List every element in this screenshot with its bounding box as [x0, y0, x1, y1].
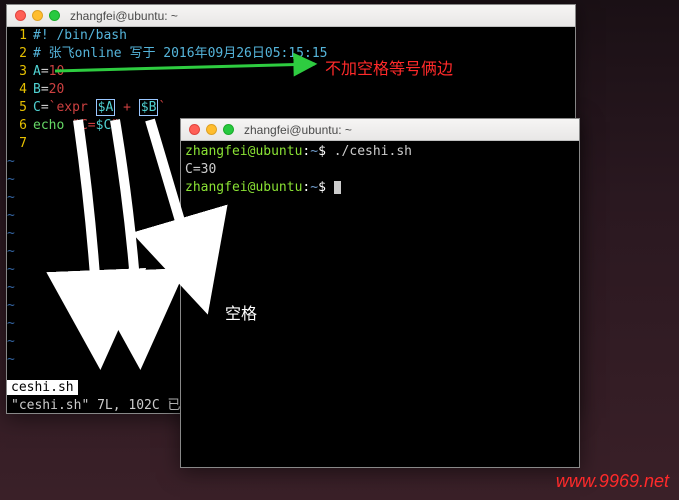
- ref-b: $B: [139, 99, 159, 116]
- exec-titlebar[interactable]: zhangfei@ubuntu: ~: [181, 119, 579, 141]
- exec-window[interactable]: zhangfei@ubuntu: ~ zhangfei@ubuntu:~$ ./…: [180, 118, 580, 468]
- val-b: 20: [49, 82, 65, 97]
- watermark: www.9969.net: [556, 471, 669, 492]
- var-c: C: [33, 100, 41, 115]
- maximize-icon[interactable]: [49, 10, 60, 21]
- ref-c: $C: [96, 118, 112, 133]
- ref-a: $A: [96, 99, 116, 116]
- prompt-user: zhangfei@ubuntu: [185, 144, 302, 159]
- maximize-icon[interactable]: [223, 124, 234, 135]
- close-icon[interactable]: [15, 10, 26, 21]
- val-a: 10: [49, 64, 65, 79]
- annotation-space: 空格: [225, 300, 257, 324]
- code-line-1: #! /bin/bash: [33, 28, 127, 43]
- var-a: A: [33, 64, 41, 79]
- prompt-path: ~: [310, 144, 318, 159]
- var-b: B: [33, 82, 41, 97]
- editor-title: zhangfei@ubuntu: ~: [70, 9, 178, 23]
- annotation-no-space: 不加空格等号俩边: [325, 55, 453, 79]
- command: ./ceshi.sh: [334, 144, 412, 159]
- editor-titlebar[interactable]: zhangfei@ubuntu: ~: [7, 5, 575, 27]
- minimize-icon[interactable]: [32, 10, 43, 21]
- vim-status: ceshi.sh: [7, 380, 78, 395]
- close-icon[interactable]: [189, 124, 200, 135]
- minimize-icon[interactable]: [206, 124, 217, 135]
- code-line-2: # 张飞online 写于 2016年09月26日05:15:15: [33, 46, 328, 61]
- exec-title: zhangfei@ubuntu: ~: [244, 123, 352, 137]
- cursor-icon: [334, 181, 341, 194]
- vim-message: "ceshi.sh" 7L, 102C 已写: [7, 394, 198, 413]
- output-line: C=30: [185, 161, 575, 179]
